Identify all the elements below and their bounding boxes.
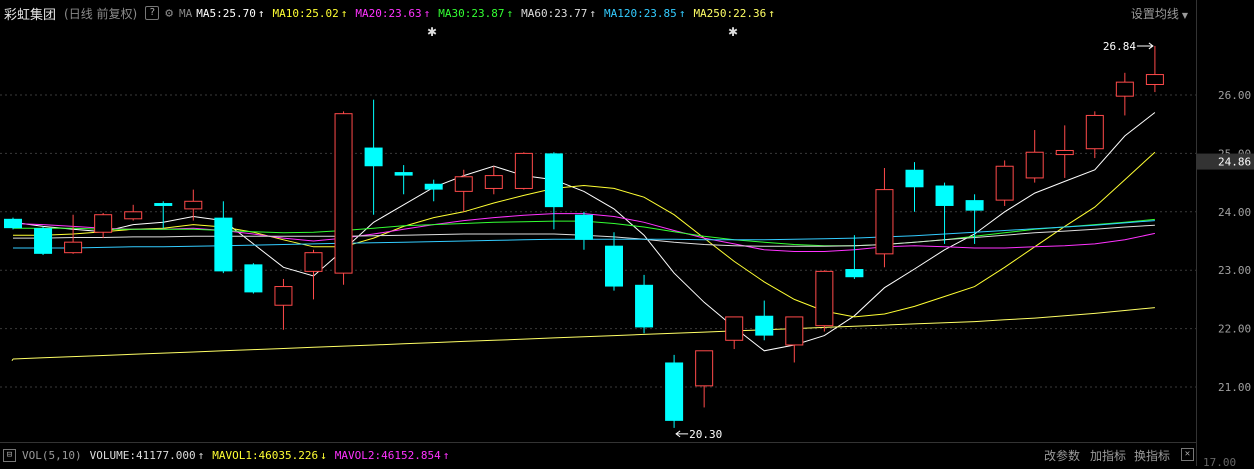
candle-body-up [184, 200, 203, 210]
candle-body-down [154, 203, 173, 206]
candle-body-up [454, 176, 473, 192]
candlestick-chart[interactable]: 26.0025.0024.0023.0022.0021.0024.8626.84… [0, 0, 1254, 442]
candle-body-down [845, 269, 864, 278]
candle-body-up [514, 152, 533, 189]
indicator-expand-icon[interactable]: ⊟ [3, 448, 16, 462]
candle-body-down [665, 362, 684, 421]
high-price-label: 26.84 [1103, 40, 1136, 53]
event-star-icon: ✱ [728, 25, 738, 39]
candle-body-up [695, 350, 714, 387]
candle-body-up [334, 113, 353, 274]
candle-body-down [244, 264, 263, 293]
candle-body-down [364, 147, 383, 167]
candle-body-up [1145, 74, 1164, 85]
price-tick-label: 24.00 [1218, 206, 1251, 219]
candle-body-down [574, 214, 593, 240]
price-tick-label: 22.00 [1218, 323, 1251, 336]
candle-body-up [94, 214, 113, 233]
ma-line-ma250-head [11, 358, 14, 361]
candle-body-up [1025, 151, 1044, 179]
volume-trend-icon: ↑ [197, 448, 205, 462]
mavol1-trend-icon: ↓ [320, 448, 327, 462]
candle-body-up [785, 316, 804, 346]
switch-indicator-button[interactable]: 换指标 [1134, 447, 1170, 464]
candle-body-up [304, 252, 323, 272]
volume-indicator-bar: ⊟ VOL(5,10) VOLUME:41177.000 ↑ MAVOL1:46… [0, 442, 1196, 467]
candle-body-down [394, 172, 413, 176]
price-tick-label: 21.00 [1218, 381, 1251, 394]
candle-body-up [875, 189, 894, 255]
event-star-icon: ✱ [427, 25, 437, 39]
price-tick-label: 26.00 [1218, 89, 1251, 102]
candle-body-up [1055, 149, 1074, 156]
current-price-label: 24.86 [1218, 156, 1251, 169]
add-indicator-button[interactable]: 加指标 [1090, 447, 1126, 464]
indicator-name[interactable]: VOL(5,10) [22, 449, 82, 462]
candle-body-up [725, 316, 744, 341]
candle-body-down [965, 200, 984, 211]
candle-body-up [1115, 81, 1134, 97]
price-tick-label: 23.00 [1218, 264, 1251, 277]
mavol1-value: MAVOL1:46035.226 [212, 448, 319, 462]
candle-body-down [424, 183, 443, 190]
candle-body-down [605, 245, 623, 287]
candle-body-up [124, 211, 143, 220]
candle-body-down [905, 169, 924, 188]
candle-body-up [815, 270, 834, 327]
candle-body-down [214, 217, 233, 272]
mavol2-value: MAVOL2:46152.854 [334, 448, 441, 462]
candle-body-down [34, 228, 53, 254]
candle-body-down [755, 315, 774, 336]
volume-value: VOLUME:41177.000 [89, 448, 196, 462]
change-params-button[interactable]: 改参数 [1044, 447, 1080, 464]
candle-body-up [274, 286, 293, 306]
close-icon[interactable]: ✕ [1181, 448, 1194, 461]
low-price-label: 20.30 [689, 428, 722, 441]
candle-body-up [1085, 114, 1104, 150]
candle-body-up [64, 241, 83, 254]
candle-body-down [935, 185, 954, 206]
candle-body-down [635, 284, 654, 328]
candle-body-down [544, 153, 563, 208]
candle-body-down [4, 218, 22, 229]
candle-body-up [484, 175, 503, 189]
volume-axis-tick: 17.00 [1203, 456, 1237, 469]
mavol2-trend-icon: ↑ [442, 448, 450, 462]
candle-body-up [995, 165, 1014, 201]
ma-line-ma250 [12, 307, 1155, 360]
